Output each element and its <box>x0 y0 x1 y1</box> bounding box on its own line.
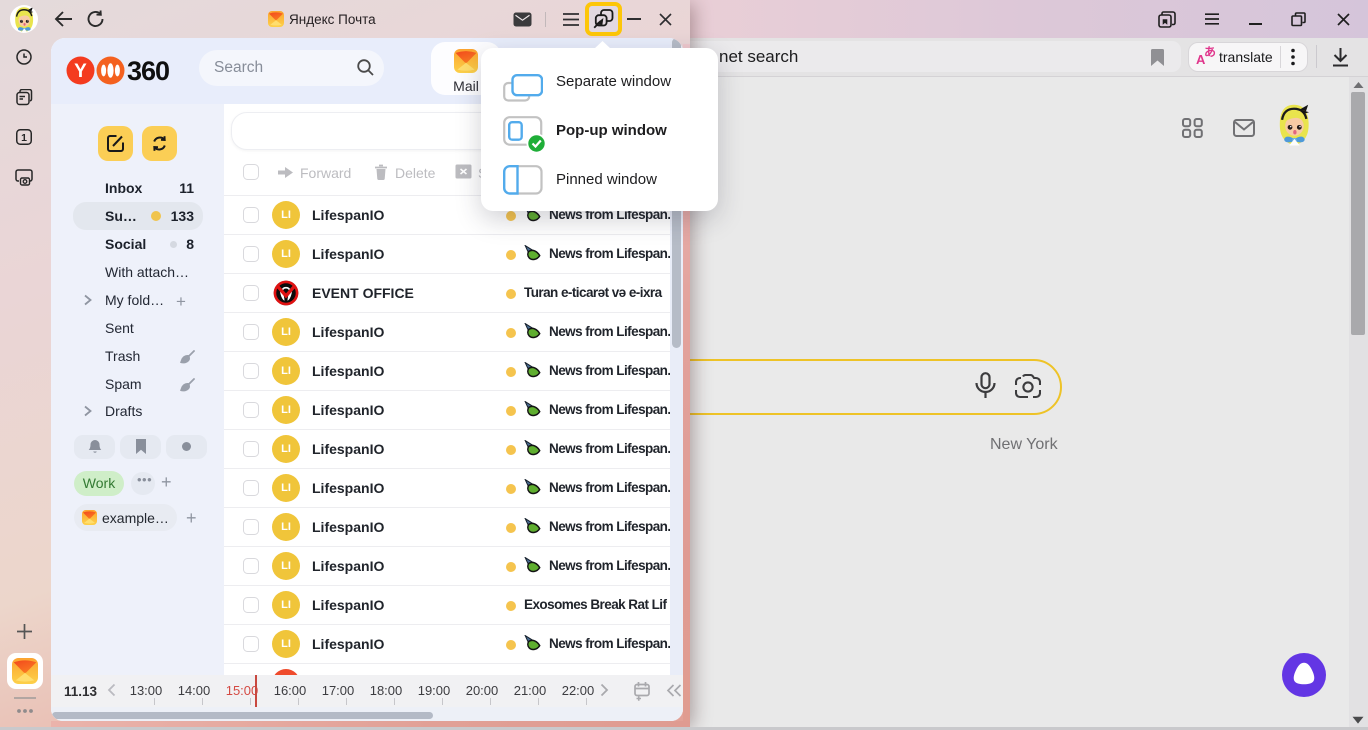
svg-text:Y: Y <box>74 61 87 82</box>
svg-text:1: 1 <box>21 132 27 144</box>
